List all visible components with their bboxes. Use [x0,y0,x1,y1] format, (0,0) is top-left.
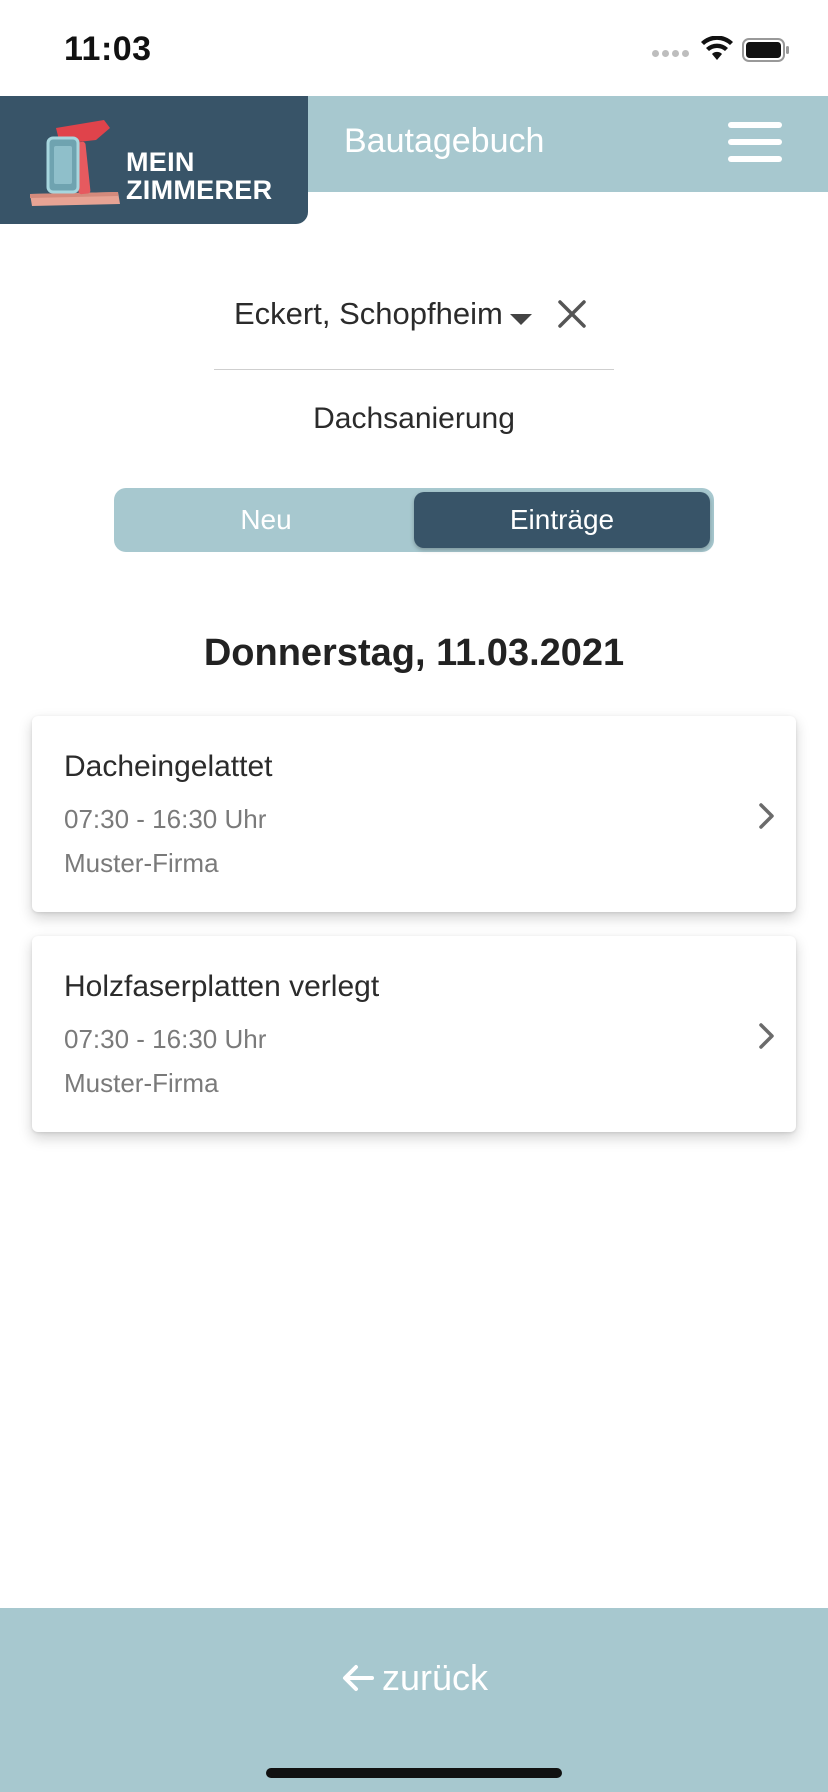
footer-bar: zurück [0,1608,828,1792]
back-button[interactable]: zurück [0,1648,828,1708]
wifi-icon [701,36,733,60]
subproject-label: Dachsanierung [313,402,515,435]
entry-card[interactable]: Holzfaserplatten verlegt 07:30 - 16:30 U… [32,936,796,1132]
tab-eintraege[interactable]: Einträge [414,492,710,548]
tab-neu[interactable]: Neu [118,492,414,548]
cellular-signal-icon [652,50,690,60]
menu-button[interactable] [728,122,786,166]
arrow-left-icon [342,1665,374,1691]
home-indicator [266,1768,562,1778]
chevron-right-icon [759,1023,774,1049]
hammer-phone-logo-icon [30,120,120,206]
status-time: 11:03 [64,30,152,68]
close-icon[interactable] [554,296,590,332]
project-select[interactable]: Eckert, Schopfheim [214,290,614,370]
entry-company: Muster-Firma [64,1068,219,1098]
entry-time: 07:30 - 16:30 Uhr [64,804,267,834]
entry-card[interactable]: Dacheingelattet 07:30 - 16:30 Uhr Muster… [32,716,796,912]
logo-text: MEIN ZIMMERER [126,147,273,205]
entry-title: Holzfaserplatten verlegt [64,970,380,1003]
status-bar: 11:03 [0,0,828,96]
entry-title: Dacheingelattet [64,750,273,783]
entry-company: Muster-Firma [64,848,219,878]
page-title: Bautagebuch [344,122,545,160]
logo[interactable]: MEIN ZIMMERER [0,96,308,224]
entry-time: 07:30 - 16:30 Uhr [64,1024,267,1054]
hamburger-icon [728,122,782,128]
date-heading: Donnerstag, 11.03.2021 [203,632,625,674]
battery-icon [742,38,789,62]
chevron-right-icon [759,803,774,829]
dropdown-caret-icon[interactable] [510,314,532,325]
project-select-value: Eckert, Schopfheim [234,296,503,331]
view-tabs: Neu Einträge [114,488,714,552]
back-button-label: zurück [381,1657,489,1698]
